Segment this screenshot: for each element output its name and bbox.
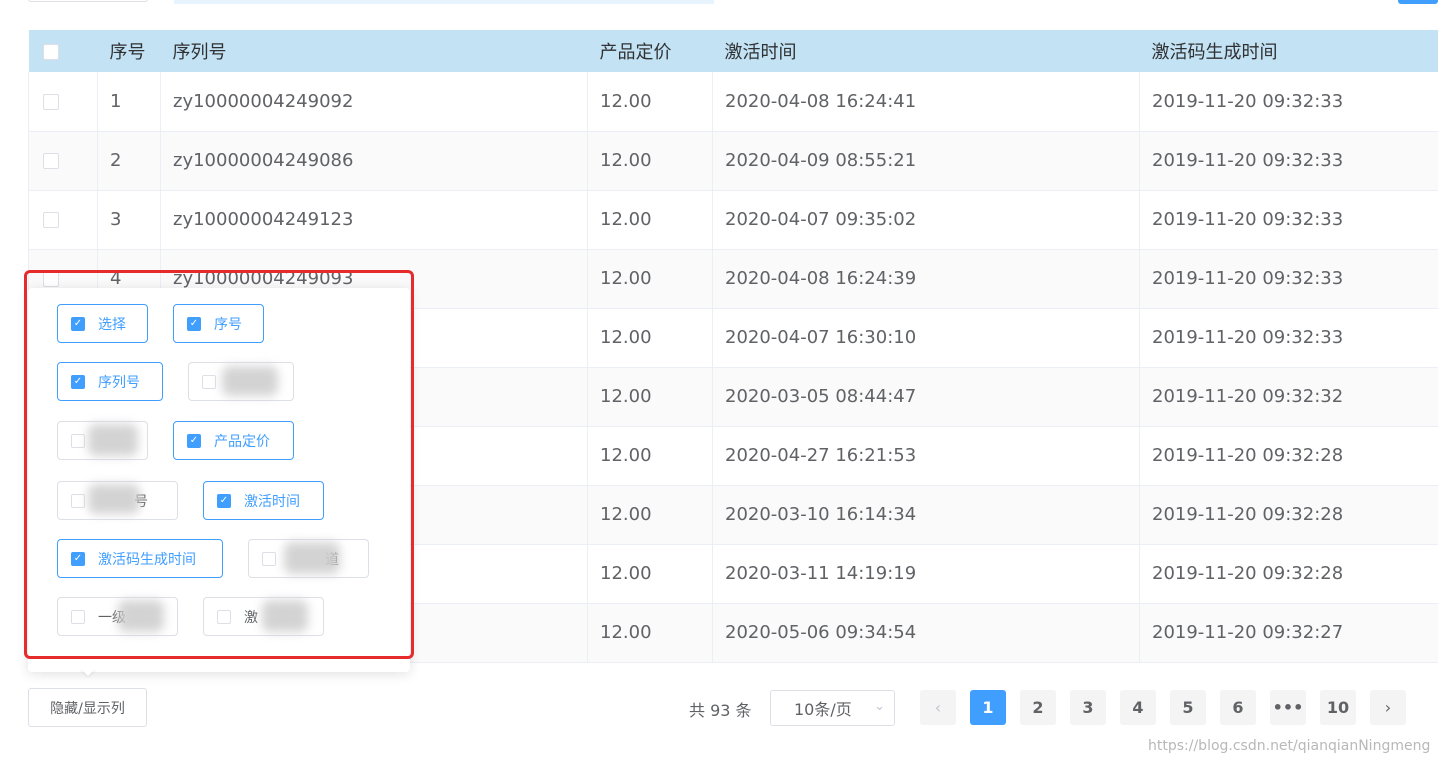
chevron-left-icon: ‹ <box>934 698 942 717</box>
row-index: 2 <box>97 131 161 191</box>
page-size-value: 10条/页 <box>794 700 852 719</box>
page-button[interactable]: 3 <box>1070 690 1106 725</box>
toggle-columns-button[interactable]: 隐藏/显示列 <box>28 688 147 727</box>
header-activated-time: 激活时间 <box>712 30 1140 72</box>
row-activated-time: 2020-03-10 16:14:34 <box>712 485 1140 545</box>
row-generated-time: 2019-11-20 09:32:27 <box>1139 603 1438 663</box>
table-row[interactable]: 1 zy10000004249092 12.00 2020-04-08 16:24:4… <box>28 72 1438 132</box>
search-input[interactable] <box>174 0 714 4</box>
row-serial: zy10000004249123 <box>160 190 588 250</box>
row-checkbox-cell[interactable] <box>28 72 98 132</box>
row-checkbox[interactable] <box>43 93 59 110</box>
row-generated-time: 2019-11-20 09:32:33 <box>1139 308 1438 368</box>
highlight-frame <box>24 270 414 659</box>
row-generated-time: 2019-11-20 09:32:33 <box>1139 72 1438 132</box>
row-activated-time: 2020-03-05 08:44:47 <box>712 367 1140 427</box>
page-button[interactable]: 4 <box>1120 690 1156 725</box>
row-price: 12.00 <box>587 308 713 368</box>
page-ellipsis-button[interactable]: ••• <box>1270 690 1306 725</box>
row-activated-time: 2020-04-08 16:24:39 <box>712 249 1140 309</box>
page-button[interactable]: 6 <box>1220 690 1256 725</box>
row-index: 1 <box>97 72 161 132</box>
popover-arrow <box>80 668 96 676</box>
total-count: 共 93 条 <box>689 701 752 720</box>
select-all-checkbox-cell[interactable] <box>28 30 98 72</box>
page-button[interactable]: 10 <box>1320 690 1356 725</box>
row-serial: zy10000004249092 <box>160 72 588 132</box>
chevron-right-icon: › <box>1384 698 1392 717</box>
table-row[interactable]: 2 zy10000004249086 12.00 2020-04-09 08:55:2… <box>28 131 1438 191</box>
top-button[interactable] <box>28 0 148 2</box>
row-activated-time: 2020-04-27 16:21:53 <box>712 426 1140 486</box>
header-serial: 序列号 <box>160 30 588 72</box>
row-generated-time: 2019-11-20 09:32:28 <box>1139 544 1438 604</box>
row-index: 3 <box>97 190 161 250</box>
row-activated-time: 2020-04-07 09:35:02 <box>712 190 1140 250</box>
row-checkbox-cell[interactable] <box>28 190 98 250</box>
page-button[interactable]: 2 <box>1020 690 1056 725</box>
header-index: 序号 <box>97 30 161 72</box>
row-checkbox[interactable] <box>43 153 59 169</box>
table-header-row: 序号 序列号 产品定价 激活时间 激活码生成时间 <box>28 30 1438 72</box>
row-price: 12.00 <box>587 131 713 191</box>
chevron-down-icon: ⌄ <box>874 699 885 714</box>
row-checkbox-cell[interactable] <box>28 131 98 191</box>
row-price: 12.00 <box>587 367 713 427</box>
row-price: 12.00 <box>587 426 713 486</box>
row-checkbox[interactable] <box>43 212 59 228</box>
page-size-select[interactable]: 10条/页 ⌄ <box>770 690 895 726</box>
header-generated-time: 激活码生成时间 <box>1139 30 1438 72</box>
row-activated-time: 2020-04-07 16:30:10 <box>712 308 1140 368</box>
row-generated-time: 2019-11-20 09:32:32 <box>1139 367 1438 427</box>
row-activated-time: 2020-04-09 08:55:21 <box>712 131 1140 191</box>
row-price: 12.00 <box>587 485 713 545</box>
row-price: 12.00 <box>587 544 713 604</box>
select-all-checkbox[interactable] <box>42 43 59 60</box>
page-button[interactable]: 5 <box>1170 690 1206 725</box>
watermark: https://blog.csdn.net/qianqianNingmeng <box>1148 738 1431 754</box>
row-generated-time: 2019-11-20 09:32:28 <box>1139 485 1438 545</box>
row-generated-time: 2019-11-20 09:32:28 <box>1139 426 1438 486</box>
header-price: 产品定价 <box>587 30 713 72</box>
prev-page-button[interactable]: ‹ <box>920 690 956 725</box>
page-button[interactable]: 1 <box>970 690 1006 725</box>
table-row[interactable]: 3 zy10000004249123 12.00 2020-04-07 09:35:0… <box>28 190 1438 250</box>
row-price: 12.00 <box>587 603 713 663</box>
row-price: 12.00 <box>587 72 713 132</box>
row-price: 12.00 <box>587 249 713 309</box>
row-generated-time: 2019-11-20 09:32:33 <box>1139 249 1438 309</box>
row-generated-time: 2019-11-20 09:32:33 <box>1139 131 1438 191</box>
row-activated-time: 2020-05-06 09:34:54 <box>712 603 1140 663</box>
row-activated-time: 2020-03-11 14:19:19 <box>712 544 1140 604</box>
row-activated-time: 2020-04-08 16:24:41 <box>712 72 1140 132</box>
row-price: 12.00 <box>587 190 713 250</box>
row-serial: zy10000004249086 <box>160 131 588 191</box>
primary-button[interactable] <box>1398 0 1438 4</box>
next-page-button[interactable]: › <box>1370 690 1406 725</box>
row-generated-time: 2019-11-20 09:32:33 <box>1139 190 1438 250</box>
